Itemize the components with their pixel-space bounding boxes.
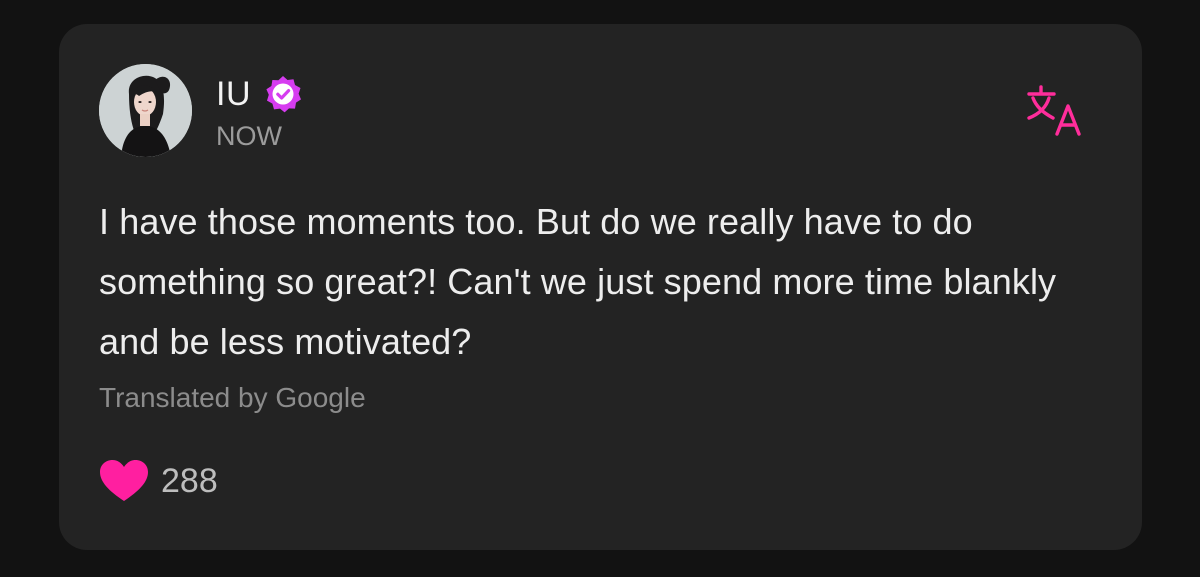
author-row: IU bbox=[216, 74, 303, 114]
like-count: 288 bbox=[161, 462, 218, 500]
translation-note: Translated by Google bbox=[99, 382, 366, 413]
heart-icon[interactable] bbox=[99, 459, 149, 503]
avatar-image bbox=[99, 64, 192, 157]
post-text: I have those moments too. But do we real… bbox=[99, 201, 1057, 362]
like-row: 288 bbox=[99, 458, 218, 504]
translate-icon[interactable] bbox=[1027, 84, 1087, 138]
post-timestamp: NOW bbox=[216, 121, 282, 151]
post-card: IU NOW I have those moments too. But do … bbox=[59, 24, 1142, 550]
author-name[interactable]: IU bbox=[216, 74, 251, 114]
verified-badge-icon bbox=[266, 76, 301, 113]
avatar[interactable] bbox=[99, 64, 192, 157]
